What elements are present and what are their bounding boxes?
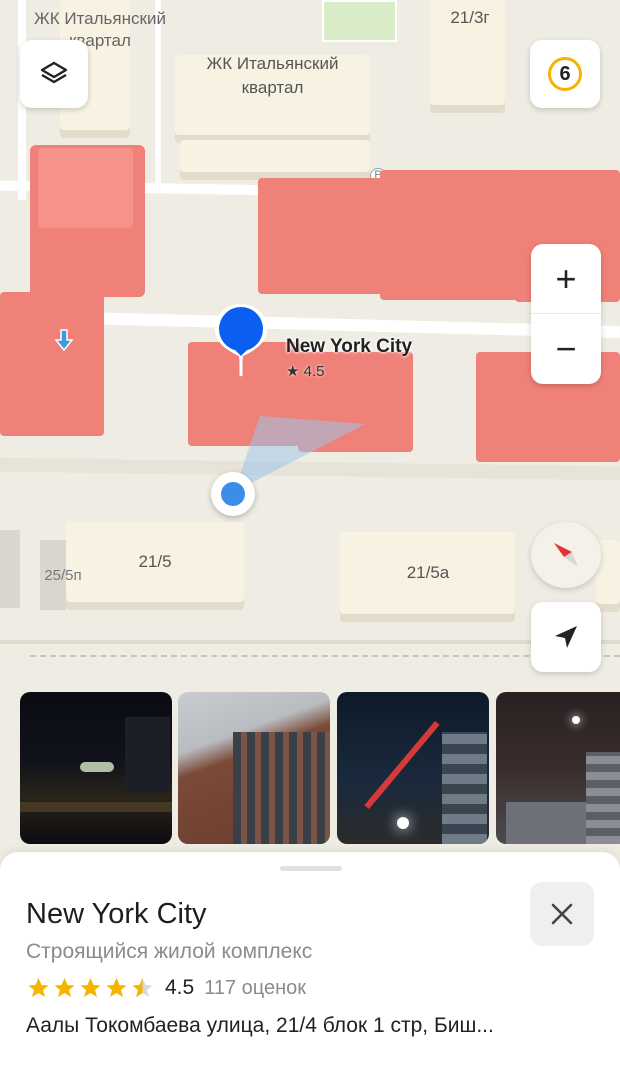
map-label: 21/5 xyxy=(138,552,172,571)
compass-icon xyxy=(554,543,578,567)
star-icon xyxy=(54,978,75,997)
photo-thumbnail[interactable] xyxy=(178,692,330,844)
map-label: 21/5а xyxy=(406,563,450,582)
rating-count[interactable]: 117 оценок xyxy=(204,977,306,1000)
photo-carousel[interactable] xyxy=(20,692,620,844)
photo-thumbnail[interactable] xyxy=(20,692,172,844)
my-location-button[interactable] xyxy=(531,602,601,672)
map-label: ЖК Итальянский квартал xyxy=(206,54,339,97)
rating-row[interactable]: 4.5 117 оценок xyxy=(26,976,306,1000)
rating-stars xyxy=(26,976,155,1000)
photo-thumbnail[interactable] xyxy=(496,692,620,844)
zoom-in-button[interactable]: + xyxy=(531,244,601,314)
building xyxy=(0,292,104,436)
traffic-level-badge: 6 xyxy=(548,57,582,91)
star-icon xyxy=(80,978,101,997)
layers-button[interactable] xyxy=(20,40,88,108)
building xyxy=(0,530,20,608)
user-location-dot xyxy=(211,472,255,516)
layers-icon xyxy=(40,61,68,84)
building xyxy=(258,178,383,294)
pin-label[interactable]: New York City ★ 4.5 xyxy=(286,336,412,380)
place-address[interactable]: Аалы Токомбаева улица, 21/4 блок 1 стр, … xyxy=(26,1014,596,1038)
place-category: Строящийся жилой комплекс xyxy=(26,940,313,963)
sheet-grabber[interactable] xyxy=(280,866,342,871)
star-icon xyxy=(106,978,127,997)
photo-thumbnail[interactable] xyxy=(337,692,489,844)
zoom-controls: + − xyxy=(531,244,601,384)
half-star-icon xyxy=(132,978,153,997)
close-icon xyxy=(551,903,573,925)
close-button[interactable] xyxy=(530,882,594,946)
map-label: 25/5п xyxy=(44,567,82,584)
building xyxy=(180,140,370,172)
map-label: 21/3г xyxy=(450,8,490,27)
zoom-out-button[interactable]: − xyxy=(531,314,601,384)
compass-button[interactable] xyxy=(531,522,601,588)
pin-rating: ★ 4.5 xyxy=(286,363,325,380)
place-card[interactable]: New York City Строящийся жилой комплекс … xyxy=(0,852,620,1080)
star-icon xyxy=(28,978,49,997)
building xyxy=(380,170,520,300)
entrance-arrow-icon xyxy=(54,329,74,352)
pin-name: New York City xyxy=(286,336,413,357)
building xyxy=(38,148,133,228)
location-arrow-icon xyxy=(555,626,577,648)
rating-value: 4.5 xyxy=(165,976,195,999)
place-pin-icon[interactable] xyxy=(211,300,271,380)
green-area xyxy=(322,0,397,42)
road xyxy=(0,640,620,644)
traffic-button[interactable]: 6 xyxy=(530,40,600,108)
place-title: New York City xyxy=(26,898,207,930)
